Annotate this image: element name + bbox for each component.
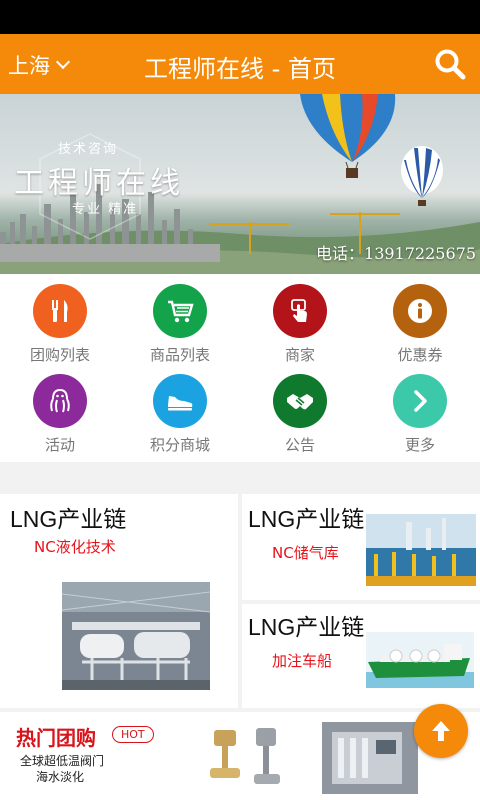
grid-icon-circle bbox=[33, 284, 87, 338]
grid-icon-circle bbox=[273, 374, 327, 428]
cart-icon bbox=[168, 300, 194, 323]
fork-knife-icon bbox=[52, 300, 68, 322]
search-button[interactable] bbox=[434, 48, 466, 80]
hot-title: 热门团购 bbox=[16, 726, 96, 750]
banner-tagline: 专业 精准 bbox=[72, 202, 139, 217]
touch-icon bbox=[291, 299, 307, 322]
hot-badge: HOT bbox=[112, 726, 154, 743]
chevron-right-icon bbox=[414, 390, 427, 412]
grid-icon-circle bbox=[153, 284, 207, 338]
grid-item-coupons[interactable]: 优惠券 bbox=[360, 284, 480, 374]
top-bar: 上海 工程师在线 - 首页 bbox=[0, 34, 480, 94]
hot-line-1: 全球超低温阀门 bbox=[20, 754, 105, 768]
promo-card-storage[interactable]: LNG产业链 NC储气库 bbox=[242, 494, 480, 600]
banner-title: 工程师在线 bbox=[14, 166, 184, 201]
banner[interactable]: 技术咨询 工程师在线 专业 精准 电话：13917225675 bbox=[0, 94, 480, 274]
grid-item-points-mall[interactable]: 积分商城 bbox=[120, 374, 240, 464]
promo-section: LNG产业链 NC液化技术 LNG产业链 NC储气库 LNG产业链 加注车船 bbox=[0, 494, 480, 708]
handshake-icon bbox=[287, 394, 313, 410]
promo-image-station bbox=[366, 514, 476, 586]
grid-icon-circle bbox=[153, 374, 207, 428]
grid-icon-circle bbox=[393, 374, 447, 428]
valve-image bbox=[210, 728, 280, 784]
grid-label: 团购列表 bbox=[29, 346, 90, 364]
hot-group-buy[interactable]: 热门团购 HOT 全球超低温阀门 海水淡化 bbox=[0, 712, 480, 800]
promo-title: LNG产业链 bbox=[248, 614, 365, 640]
octopus-icon bbox=[50, 388, 70, 413]
grid-label: 更多 bbox=[404, 436, 435, 454]
grid-label: 活动 bbox=[44, 436, 75, 454]
grid-label: 公告 bbox=[284, 436, 315, 454]
promo-title: LNG产业链 bbox=[248, 506, 365, 532]
grid-icon-circle bbox=[393, 284, 447, 338]
promo-title: LNG产业链 bbox=[10, 506, 127, 532]
desalination-image bbox=[322, 722, 418, 794]
grid-label: 优惠券 bbox=[397, 346, 443, 364]
grid-item-product-list[interactable]: 商品列表 bbox=[120, 284, 240, 374]
promo-card-fueling-vessels[interactable]: LNG产业链 加注车船 bbox=[242, 604, 480, 708]
promo-subtitle: NC储气库 bbox=[272, 544, 339, 562]
status-bar bbox=[0, 0, 480, 34]
scroll-top-button[interactable] bbox=[414, 704, 468, 758]
shoe-icon bbox=[168, 396, 193, 411]
banner-subtitle: 技术咨询 bbox=[58, 142, 119, 157]
grid-item-more[interactable]: 更多 bbox=[360, 374, 480, 464]
grid-item-group-buy-list[interactable]: 团购列表 bbox=[0, 284, 120, 374]
info-icon bbox=[408, 299, 432, 323]
promo-image-ship bbox=[366, 632, 474, 688]
grid-label: 积分商城 bbox=[149, 436, 210, 454]
category-grid: 团购列表 商品列表 商家 优惠券 活动 积分商城 公告 更多 bbox=[0, 274, 480, 462]
arrow-up-icon bbox=[432, 721, 450, 741]
hot-line-2: 海水淡化 bbox=[36, 770, 85, 784]
grid-icon-circle bbox=[273, 284, 327, 338]
grid-item-merchant[interactable]: 商家 bbox=[240, 284, 360, 374]
promo-image-plant bbox=[62, 582, 210, 690]
grid-icon-circle bbox=[33, 374, 87, 428]
grid-label: 商家 bbox=[284, 346, 315, 364]
promo-subtitle: NC液化技术 bbox=[34, 538, 116, 556]
grid-item-announcements[interactable]: 公告 bbox=[240, 374, 360, 464]
promo-subtitle: 加注车船 bbox=[272, 652, 333, 670]
promo-card-liquefaction[interactable]: LNG产业链 NC液化技术 bbox=[0, 494, 238, 708]
banner-phone: 电话：13917225675 bbox=[316, 244, 476, 263]
grid-item-activities[interactable]: 活动 bbox=[0, 374, 120, 464]
search-icon bbox=[435, 49, 466, 80]
page-title: 工程师在线 - 首页 bbox=[144, 55, 336, 83]
grid-label: 商品列表 bbox=[149, 346, 210, 364]
